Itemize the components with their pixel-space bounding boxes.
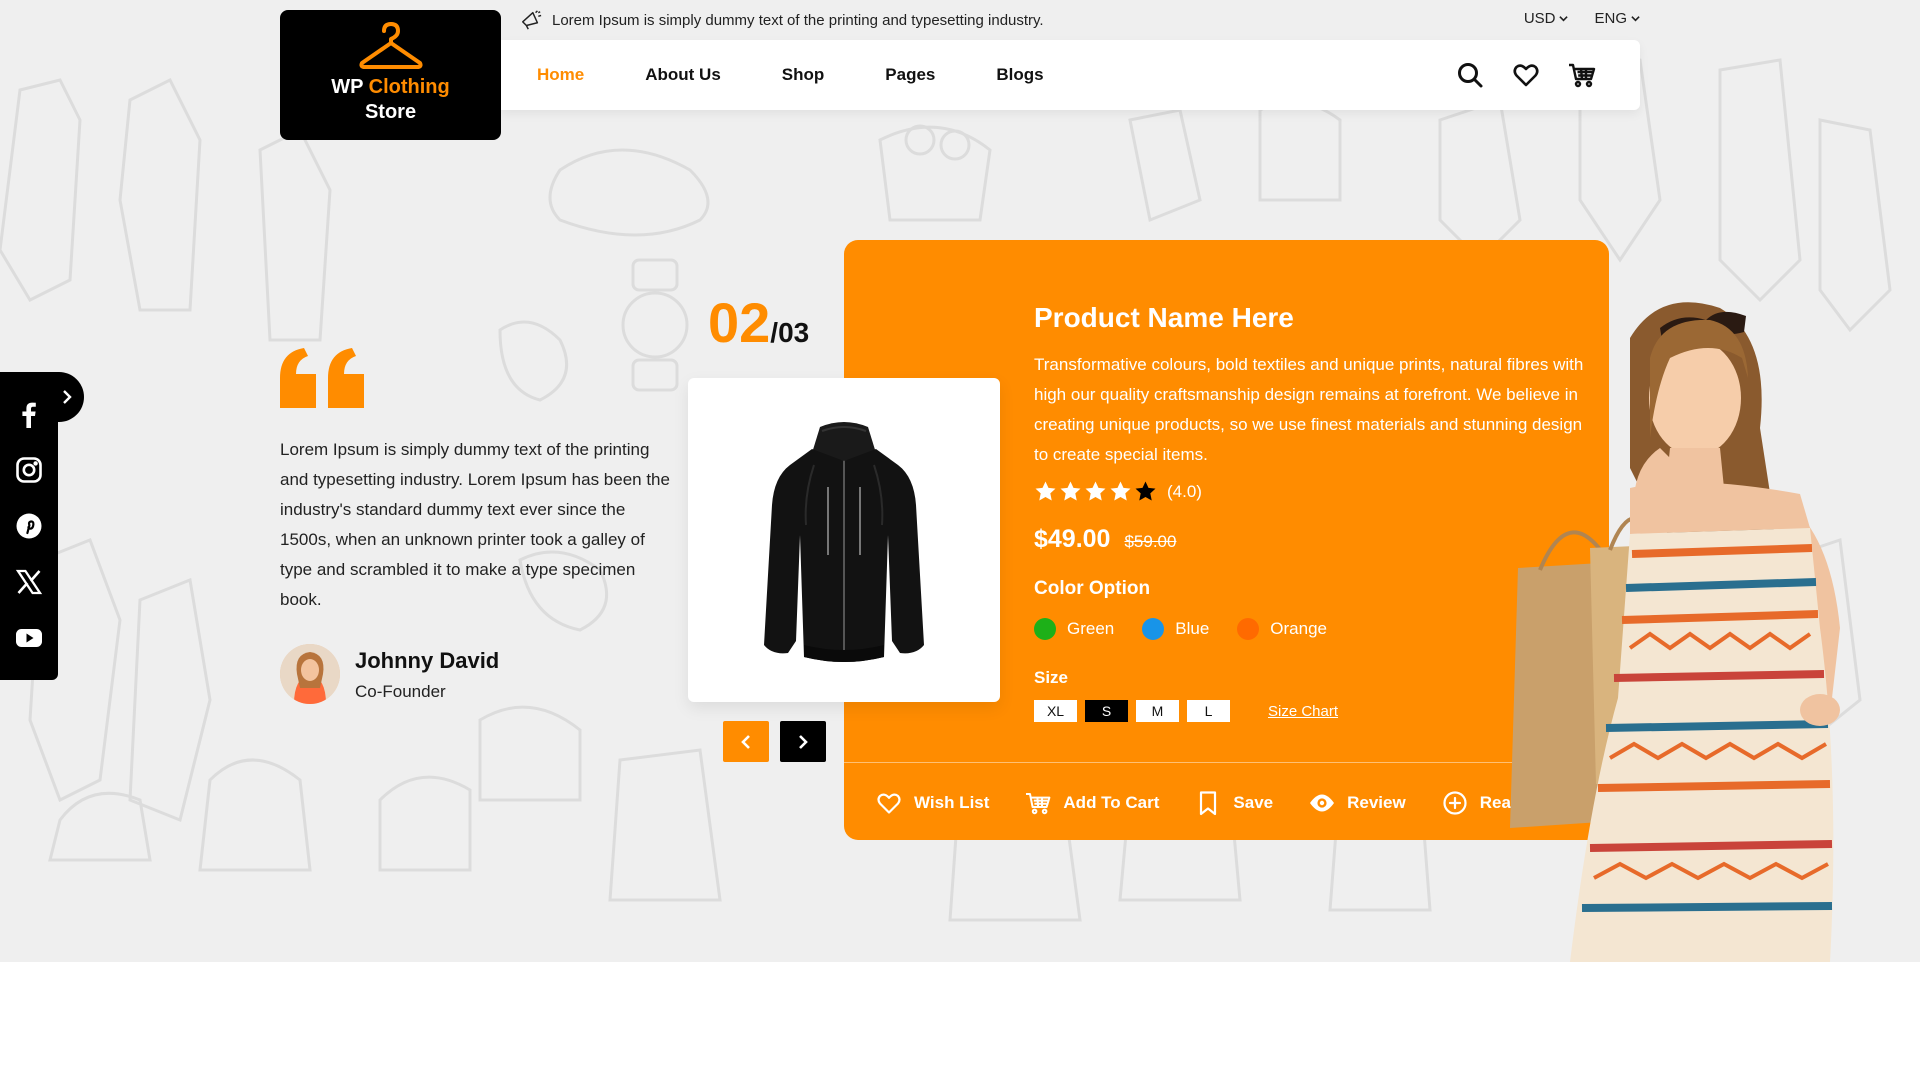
product-actions: Wish List Add To Cart Save Review Read M… bbox=[876, 790, 1567, 816]
size-chart-link[interactable]: Size Chart bbox=[1268, 703, 1338, 720]
color-options: Green Blue Orange bbox=[1034, 618, 1327, 640]
cart-icon[interactable] bbox=[1568, 61, 1596, 89]
eye-icon bbox=[1310, 794, 1335, 812]
slide-current: 02 bbox=[708, 291, 771, 354]
star-icon bbox=[1110, 481, 1131, 501]
color-option-title: Color Option bbox=[1034, 578, 1151, 599]
avatar bbox=[280, 644, 340, 704]
product-image-card[interactable] bbox=[688, 378, 1000, 702]
slide-counter: 02/03 bbox=[708, 290, 809, 355]
brand-name-line1: WP Clothing bbox=[331, 76, 450, 98]
color-option-orange[interactable]: Orange bbox=[1237, 618, 1327, 640]
panel-divider bbox=[844, 762, 1609, 763]
main-navbar: Home About Us Shop Pages Blogs bbox=[501, 40, 1640, 110]
color-option-green[interactable]: Green bbox=[1034, 618, 1114, 640]
instagram-icon[interactable] bbox=[15, 456, 43, 484]
star-icon bbox=[1060, 481, 1081, 501]
youtube-icon[interactable] bbox=[15, 624, 43, 652]
slide-prev-button[interactable] bbox=[723, 721, 769, 762]
product-description: Transformative colours, bold textiles an… bbox=[1034, 355, 1584, 464]
size-option-xl[interactable]: XL bbox=[1034, 700, 1077, 722]
megaphone-icon bbox=[522, 10, 542, 30]
nav-item-home[interactable]: Home bbox=[537, 65, 584, 85]
heart-icon[interactable] bbox=[1512, 61, 1540, 89]
star-icon bbox=[1085, 481, 1106, 501]
search-icon[interactable] bbox=[1456, 61, 1484, 89]
social-sidebar bbox=[0, 372, 84, 680]
old-price: $59.00 bbox=[1124, 532, 1177, 551]
size-options: XL S M L Size Chart bbox=[1034, 700, 1338, 722]
announcement-bar: Lorem Ipsum is simply dummy text of the … bbox=[520, 8, 1640, 32]
chevron-right-icon bbox=[63, 390, 72, 404]
chevron-down-icon bbox=[1631, 16, 1640, 22]
star-icon bbox=[1035, 481, 1056, 501]
nav-item-about-us[interactable]: About Us bbox=[645, 65, 721, 85]
chevron-right-icon bbox=[799, 734, 808, 749]
chevron-down-icon bbox=[1559, 16, 1569, 22]
rating-value: (4.0) bbox=[1167, 481, 1202, 501]
color-swatch-orange bbox=[1237, 618, 1260, 640]
save-button[interactable]: Save bbox=[1195, 790, 1273, 816]
color-swatch-green bbox=[1034, 618, 1056, 640]
size-title: Size bbox=[1034, 668, 1069, 687]
nav-item-pages[interactable]: Pages bbox=[885, 65, 935, 85]
hero-section: WP Clothing Store Lorem Ipsum is simply … bbox=[0, 0, 1920, 962]
wish-list-button[interactable]: Wish List bbox=[876, 790, 989, 816]
brand-logo[interactable]: WP Clothing Store bbox=[280, 10, 501, 140]
size-option-m[interactable]: M bbox=[1136, 700, 1179, 722]
author-name: Johnny David bbox=[355, 648, 500, 673]
x-icon[interactable] bbox=[15, 568, 43, 596]
avatar-image bbox=[280, 644, 340, 704]
size-option-l[interactable]: L bbox=[1187, 700, 1230, 722]
bookmark-icon bbox=[1200, 791, 1217, 816]
product-price: $49.00 $59.00 bbox=[1034, 525, 1176, 554]
slide-next-button[interactable] bbox=[780, 721, 826, 762]
hanger-icon bbox=[358, 22, 423, 69]
chevron-left-icon bbox=[741, 734, 750, 749]
facebook-icon[interactable] bbox=[15, 400, 43, 428]
product-title: Product Name Here bbox=[1034, 302, 1294, 333]
announcement-text: Lorem Ipsum is simply dummy text of the … bbox=[552, 11, 1044, 29]
current-price: $49.00 bbox=[1034, 525, 1111, 553]
testimonial-text: Lorem Ipsum is simply dummy text of the … bbox=[280, 440, 670, 609]
star-empty-icon bbox=[1135, 481, 1156, 501]
cart-icon bbox=[1026, 793, 1051, 815]
color-swatch-blue bbox=[1142, 618, 1165, 640]
author-role: Co-Founder bbox=[355, 682, 446, 701]
color-option-blue[interactable]: Blue bbox=[1142, 618, 1209, 640]
product-jacket-image bbox=[764, 422, 924, 662]
brand-name-line2: Store bbox=[364, 101, 417, 123]
plus-circle-icon bbox=[1443, 791, 1467, 815]
quote-icon bbox=[280, 348, 364, 408]
pinterest-icon[interactable] bbox=[15, 512, 43, 540]
nav-menu: Home About Us Shop Pages Blogs bbox=[537, 65, 1044, 85]
slide-total: /03 bbox=[770, 317, 810, 348]
nav-item-blogs[interactable]: Blogs bbox=[996, 65, 1043, 85]
review-button[interactable]: Review bbox=[1309, 790, 1406, 816]
add-to-cart-button[interactable]: Add To Cart bbox=[1025, 790, 1159, 816]
currency-selector[interactable]: USD bbox=[1524, 10, 1569, 27]
heart-icon bbox=[877, 793, 901, 814]
model-image bbox=[1510, 302, 1840, 962]
language-selector[interactable]: ENG bbox=[1594, 10, 1640, 27]
nav-item-shop[interactable]: Shop bbox=[782, 65, 825, 85]
size-option-s[interactable]: S bbox=[1085, 700, 1128, 722]
product-rating: (4.0) bbox=[1034, 480, 1202, 503]
